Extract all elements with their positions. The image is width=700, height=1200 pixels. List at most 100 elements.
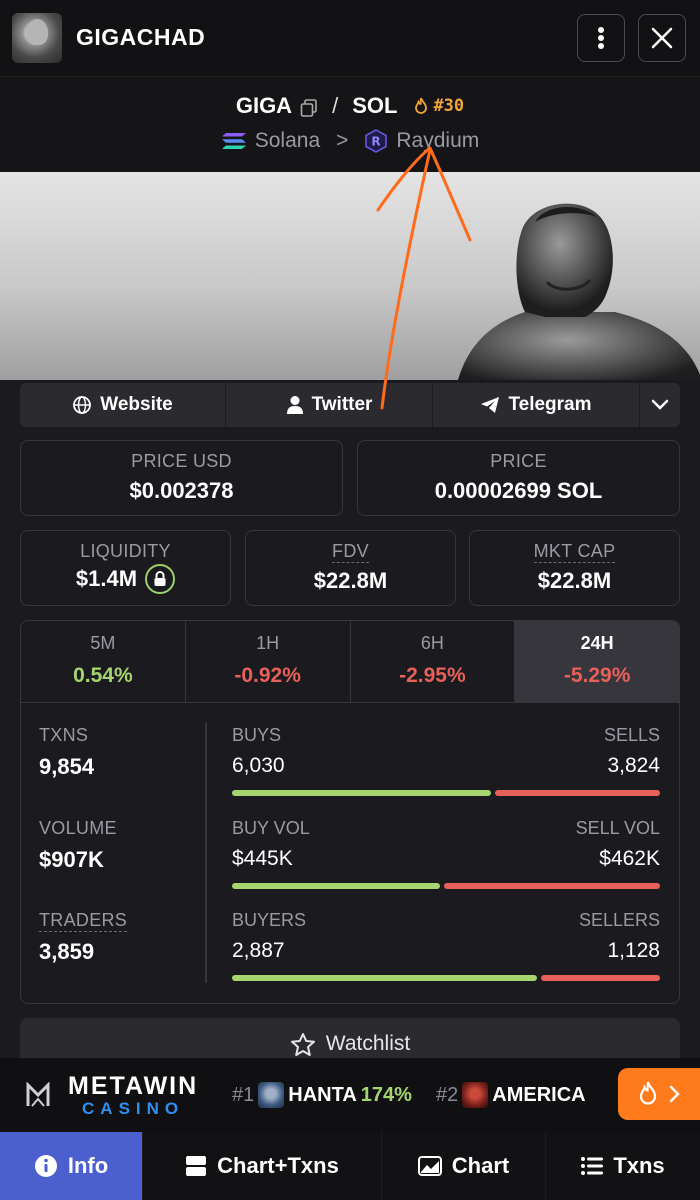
twitter-label: Twitter — [311, 394, 373, 415]
more-menu-button[interactable] — [577, 14, 625, 62]
sells-label: SELLS — [603, 725, 660, 745]
nav-chart-txns[interactable]: Chart+Txns — [143, 1132, 382, 1200]
token-name: GIGACHAD — [76, 24, 206, 50]
price-native-card: PRICE 0.00002699 SOL — [357, 440, 680, 516]
pair-header: GIGA / SOL #30 Solana > R Raydium — [0, 76, 700, 172]
social-links: Website Twitter Telegram — [20, 383, 680, 427]
buyers-sellers-bar — [232, 975, 660, 981]
volume-value: $907K — [39, 847, 104, 872]
copy-address-icon[interactable] — [300, 97, 318, 117]
tab-24h-label: 24H — [580, 633, 614, 653]
volume-bar — [232, 883, 660, 889]
tab-1h-change: -0.92% — [234, 664, 301, 687]
tab-5m-label: 5M — [90, 633, 116, 653]
txns-value: 9,854 — [39, 754, 95, 779]
sponsor-logo[interactable]: METAWIN CASINO — [68, 1072, 198, 1119]
nav-info-label: Info — [67, 1153, 109, 1178]
base-symbol: GIGA — [235, 93, 293, 118]
sells-bar-fill — [495, 790, 660, 796]
sponsor-name: METAWIN — [68, 1072, 199, 1100]
stats-divider — [205, 723, 207, 983]
txns-label: TXNS — [39, 725, 89, 745]
trending-item-1-change: 174% — [360, 1083, 412, 1106]
tab-1h[interactable]: 1H -0.92% — [186, 621, 351, 702]
tab-1h-label: 1H — [256, 633, 280, 653]
sell-volume-label: SELL VOL — [575, 818, 660, 838]
trending-item-2-rank: #2 — [436, 1083, 459, 1106]
america-token-icon — [462, 1082, 489, 1108]
nav-chart-txns-label: Chart+Txns — [217, 1153, 339, 1178]
solana-icon — [221, 133, 246, 149]
fdv-label[interactable]: FDV — [332, 541, 369, 563]
token-banner — [0, 172, 700, 380]
price-usd-card: PRICE USD $0.002378 — [20, 440, 343, 516]
nav-info[interactable]: Info — [0, 1132, 143, 1200]
star-icon — [290, 1033, 315, 1056]
buys-bar-fill — [232, 790, 492, 796]
more-links-button[interactable] — [640, 383, 680, 427]
nav-chart[interactable]: Chart — [382, 1132, 546, 1200]
buy-volume-label: BUY VOL — [232, 818, 310, 838]
buys-label: BUYS — [232, 725, 282, 745]
banner-figure-image — [457, 203, 700, 380]
sells-value: 3,824 — [607, 754, 660, 777]
hanta-token-icon — [258, 1082, 285, 1108]
trending-rank[interactable]: #30 — [413, 96, 464, 116]
tab-24h[interactable]: 24H -5.29% — [515, 621, 679, 702]
trending-item-2[interactable]: #2 AMERICA — [436, 1082, 586, 1108]
trending-ticker: METAWIN CASINO #1 HANTA 174% #2 AMERICA — [0, 1058, 700, 1132]
fire-icon — [415, 97, 428, 114]
trending-item-1-name: HANTA — [288, 1083, 357, 1106]
website-label: Website — [100, 394, 173, 415]
dex-name[interactable]: Raydium — [396, 129, 479, 153]
watchlist-label: Watchlist — [325, 1032, 411, 1055]
liquidity-lock-badge[interactable] — [145, 564, 176, 594]
sellers-bar-fill — [540, 975, 660, 981]
buys-sells-bar — [232, 790, 660, 796]
sell-volume-bar-fill — [444, 883, 660, 889]
lock-icon — [154, 571, 166, 586]
buys-value: 6,030 — [232, 754, 285, 777]
svg-text:R: R — [372, 135, 381, 149]
area-chart-icon — [417, 1156, 442, 1176]
liquidity-card: LIQUIDITY $1.4M — [20, 530, 231, 606]
nav-txns[interactable]: Txns — [546, 1132, 700, 1200]
raydium-icon: R — [365, 129, 388, 153]
buyers-label: BUYERS — [232, 910, 307, 930]
telegram-button[interactable]: Telegram — [433, 383, 640, 427]
sponsor-subtitle: CASINO — [82, 1099, 185, 1118]
tab-5m[interactable]: 5M 0.54% — [21, 621, 186, 702]
fdv-value: $22.8M — [313, 568, 388, 593]
buy-volume-bar-fill — [232, 883, 441, 889]
price-native-label: PRICE — [490, 451, 547, 471]
trending-item-1[interactable]: #1 HANTA 174% — [232, 1082, 412, 1108]
pair-separator: / — [332, 93, 339, 118]
user-icon — [286, 396, 303, 414]
website-button[interactable]: Website — [20, 383, 226, 427]
list-icon — [581, 1157, 604, 1175]
trending-item-1-rank: #1 — [232, 1083, 255, 1106]
trending-fire-button[interactable] — [618, 1068, 700, 1120]
price-usd-label: PRICE USD — [131, 451, 232, 471]
fire-icon — [639, 1081, 657, 1105]
quote-symbol: SOL — [352, 93, 398, 118]
trending-rank-label: #30 — [433, 96, 465, 116]
buyers-bar-fill — [232, 975, 537, 981]
tab-6h-change: -2.95% — [399, 664, 466, 687]
close-button[interactable] — [638, 14, 686, 62]
mcap-label[interactable]: MKT CAP — [533, 541, 616, 563]
price-native-value: 0.00002699 SOL — [434, 478, 603, 503]
globe-icon — [73, 396, 92, 414]
metawin-mark-icon — [26, 1082, 50, 1107]
traders-label[interactable]: TRADERS — [39, 910, 128, 932]
buyers-value: 2,887 — [232, 939, 285, 962]
chevron-right: > — [336, 129, 349, 152]
tab-6h-label: 6H — [420, 633, 444, 653]
liquidity-label: LIQUIDITY — [80, 541, 171, 561]
tab-6h[interactable]: 6H -2.95% — [351, 621, 516, 702]
timeframe-tabs: 5M 0.54% 1H -0.92% 6H -2.95% 24H -5.29% — [20, 620, 680, 702]
bottom-navigation: Info Chart+Txns Chart Txns — [0, 1132, 700, 1200]
twitter-button[interactable]: Twitter — [226, 383, 433, 427]
chain-name[interactable]: Solana — [255, 129, 320, 153]
sell-volume-value: $462K — [599, 847, 660, 870]
